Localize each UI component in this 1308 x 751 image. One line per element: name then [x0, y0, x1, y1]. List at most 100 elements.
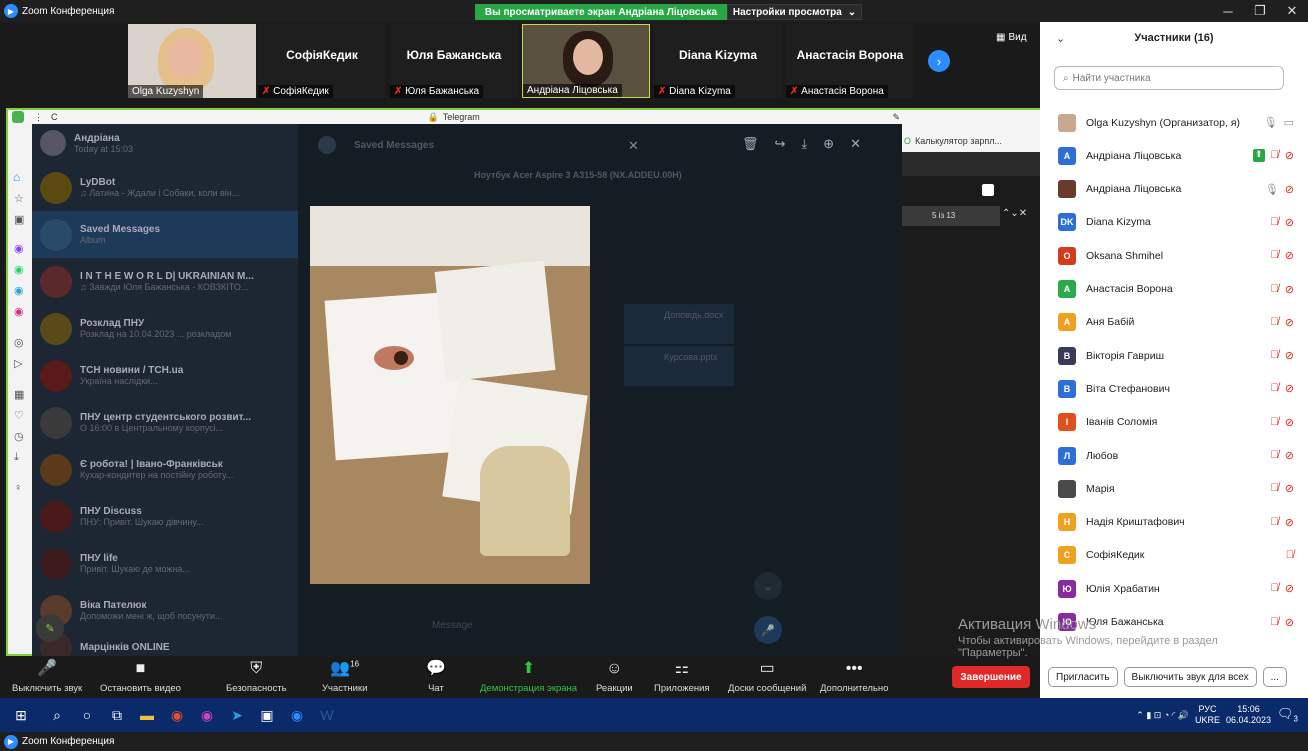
list-item[interactable]: Розклад ПНУ Розклад на 10.04.2023 ... роз… — [32, 305, 298, 352]
video-tile[interactable]: Анастасія Ворона ✗ Анастасія Ворона — [786, 24, 914, 98]
print-icon[interactable] — [982, 184, 994, 196]
document-item[interactable]: Курсова.pptx — [624, 346, 734, 386]
player-icon[interactable]: ◎ — [14, 336, 32, 349]
reactions-button[interactable]: ☺ Реакции — [596, 656, 633, 698]
clock[interactable]: 15:06 06.04.2023 — [1226, 704, 1271, 726]
search-input[interactable]: ⌕ Найти участника — [1054, 66, 1284, 90]
wallet-icon[interactable]: ▣ — [14, 213, 32, 226]
chat-button[interactable]: 💬 Чат — [426, 656, 446, 698]
participant-row[interactable]: А Аня Бабій 🎙̸ ⊘ — [1040, 306, 1308, 339]
list-item[interactable]: I N T H E W O R L D| UKRAINIAN M... ♫ Зав… — [32, 258, 298, 305]
windows-start-icon[interactable]: ⊞ — [0, 698, 42, 732]
list-item[interactable]: LyDBot ♫ Латина - Ждали і Собаки, коли ві… — [32, 164, 298, 211]
participant-row[interactable]: Л Любов 🎙̸ ⊘ — [1040, 439, 1308, 472]
participant-row[interactable]: O Oksana Shmihel 🎙̸ ⊘ — [1040, 239, 1308, 272]
avatar — [318, 136, 336, 154]
participant-row[interactable]: Н Надія Криштафович 🎙̸ ⊘ — [1040, 506, 1308, 539]
video-tile[interactable]: Андріана Ліцовська — [522, 24, 650, 98]
whatsapp-icon[interactable]: ◉ — [14, 263, 32, 276]
file-explorer-icon[interactable]: ▬ — [132, 698, 162, 732]
list-item[interactable]: Є робота! | Івано-Франківськ Кухар-кондит… — [32, 446, 298, 493]
messenger-icon[interactable]: ◉ — [14, 242, 32, 255]
apps-icon[interactable]: ▦ — [14, 388, 32, 401]
list-item[interactable]: ПНУ life Привіт. Шукаю де можна... — [32, 540, 298, 587]
close-icon[interactable]: ✕ — [628, 138, 639, 154]
participant-row[interactable]: В Вікторія Гавриш 🎙̸ ⊘ — [1040, 339, 1308, 372]
zoom-in-icon[interactable]: ⊕ — [823, 136, 834, 152]
edit-icon[interactable]: ✎ — [36, 614, 64, 642]
find-nav-icon[interactable]: ⌃⌄✕ — [1002, 208, 1027, 219]
reload-icon[interactable]: C — [51, 112, 58, 122]
more-button[interactable]: ••• Дополнительно — [820, 656, 888, 698]
security-button[interactable]: ⛨ Безопасность — [226, 656, 287, 698]
maximize-button[interactable]: ❐ — [1244, 0, 1276, 22]
browser2-icon[interactable]: ◉ — [192, 698, 222, 732]
whiteboards-button[interactable]: ▭ Доски сообщений — [728, 656, 806, 698]
calc-tab[interactable]: Калькулятор зарпл... — [915, 136, 1002, 146]
menu-dots-icon[interactable]: ⋮ — [34, 112, 43, 123]
tray-icons[interactable]: ⌃ ▮ ⊡ ◔ ◜ 🔊 — [1136, 710, 1189, 721]
video-tile[interactable]: СофіяКедик ✗ СофіяКедик — [258, 24, 386, 98]
chat-title: Марцінків ONLINE — [80, 642, 170, 653]
bulb-icon[interactable]: ♀ — [14, 482, 32, 494]
close-button[interactable]: ✕ — [1276, 0, 1308, 22]
video-tile[interactable]: Юля Бажанська ✗ Юля Бажанська — [390, 24, 518, 98]
participant-row[interactable]: А Андріана Ліцовська ⬆ 🎙̸ ⊘ — [1040, 139, 1308, 172]
participant-row[interactable]: Андріана Ліцовська 🎙 ⊘ — [1040, 173, 1308, 206]
heart-icon[interactable]: ♡ — [14, 409, 32, 422]
cortana-icon[interactable]: ○ — [72, 698, 102, 732]
microphone-icon[interactable]: 🎤 — [754, 616, 782, 644]
language-indicator[interactable]: РУС UKRE — [1195, 704, 1220, 726]
telegram-icon[interactable]: ➤ — [222, 698, 252, 732]
scroll-down-button[interactable]: ⌄ — [754, 572, 782, 600]
invite-button[interactable]: Пригласить — [1048, 667, 1118, 687]
participants-button[interactable]: 👥16 Участники — [322, 656, 367, 698]
telegram-icon[interactable]: ◉ — [14, 284, 32, 297]
pin-icon[interactable]: ✎ — [892, 112, 900, 123]
mute-button[interactable]: 🎤 Выключить звук — [12, 656, 82, 698]
participant-row[interactable]: DK Diana Kizyma 🎙̸ ⊘ — [1040, 206, 1308, 239]
view-button[interactable]: ▦ Вид — [996, 32, 1027, 43]
document-item[interactable]: Доповідь.docx — [624, 304, 734, 344]
instagram-icon[interactable]: ◉ — [14, 305, 32, 318]
more-options-button[interactable]: ... — [1262, 667, 1287, 687]
zoom-icon[interactable]: ◉ — [282, 698, 312, 732]
participant-row[interactable]: В Віта Стефанович 🎙̸ ⊘ — [1040, 372, 1308, 405]
participant-row[interactable]: А Анастасія Ворона 🎙̸ ⊘ — [1040, 273, 1308, 306]
message-input[interactable]: Message — [424, 620, 724, 642]
search-icon[interactable]: ⌕ — [42, 698, 72, 732]
list-item[interactable]: Saved Messages Album — [32, 211, 298, 258]
forward-icon[interactable]: ↪ — [775, 136, 786, 152]
list-item[interactable]: ПНУ центр студентського розвит... О 16:00… — [32, 399, 298, 446]
browser-icon[interactable]: ◉ — [162, 698, 192, 732]
download-icon[interactable]: ⤓ — [14, 451, 32, 464]
participant-row[interactable]: Olga Kuzyshyn (Организатор, я) 🎙 ▭ — [1040, 106, 1308, 139]
app-icon[interactable]: ▣ — [252, 698, 282, 732]
star-icon[interactable]: ☆ — [14, 192, 32, 205]
trash-icon[interactable]: 🗑 — [742, 136, 759, 152]
end-meeting-button[interactable]: Завершение — [952, 666, 1030, 688]
share-screen-button[interactable]: ⬆ Демонстрация экрана — [480, 656, 577, 698]
download-icon[interactable]: ⤓ — [801, 136, 807, 152]
video-tile[interactable]: Diana Kizyma ✗ Diana Kizyma — [654, 24, 782, 98]
list-item[interactable]: ПНУ Discuss ПНУ: Привіт. Шукаю дівчину... — [32, 493, 298, 540]
mute-all-button[interactable]: Выключить звук для всех — [1123, 667, 1257, 687]
participant-row[interactable]: Марія 🎙̸ ⊘ — [1040, 472, 1308, 505]
participant-row[interactable]: І Іванів Соломія 🎙̸ ⊘ — [1040, 406, 1308, 439]
close-icon[interactable]: ✕ — [850, 136, 861, 152]
video-tile[interactable]: Olga Kuzyshyn — [128, 24, 256, 98]
stop-video-button[interactable]: ■ Остановить видео — [100, 656, 181, 698]
participant-row[interactable]: Ю Юлія Храбатин 🎙̸ ⊘ — [1040, 572, 1308, 605]
participant-row[interactable]: С СофіяКедик 🎙̸ — [1040, 539, 1308, 572]
send-icon[interactable]: ▷ — [14, 357, 32, 370]
notification-icon[interactable]: 🗨3 — [1277, 706, 1298, 724]
clock-icon[interactable]: ◷ — [14, 430, 32, 443]
home-icon[interactable]: ⌂ — [13, 170, 32, 184]
view-settings-button[interactable]: Настройки просмотра ⌄ — [727, 4, 862, 20]
minimize-button[interactable]: ─ — [1212, 0, 1244, 22]
list-item[interactable]: ТСН новини / TCH.ua Україна наслідки... — [32, 352, 298, 399]
apps-button[interactable]: ⚏ Приложения — [654, 656, 710, 698]
task-view-icon[interactable]: ⧉ — [102, 698, 132, 732]
word-icon[interactable]: W — [312, 698, 342, 732]
next-page-button[interactable]: › — [928, 50, 950, 72]
